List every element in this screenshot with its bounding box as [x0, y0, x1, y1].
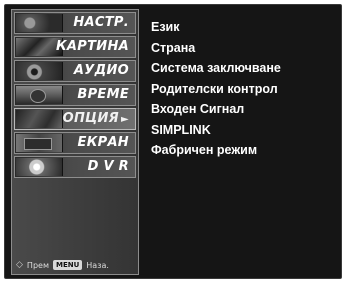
menu-item-option[interactable]: ОПЦИЯ ► — [14, 108, 136, 130]
option-language[interactable]: Език — [151, 17, 337, 38]
menu-item-label: D V R — [87, 159, 129, 174]
move-arrows-icon: ◇ — [16, 260, 23, 270]
dvr-thumbnail-icon — [16, 158, 63, 176]
audio-thumbnail-icon — [16, 62, 63, 80]
menu-item-audio[interactable]: АУДИО — [14, 60, 136, 82]
menu-item-label: КАРТИНА — [55, 39, 129, 54]
submenu-arrow-icon: ► — [121, 114, 129, 125]
option-input-signal[interactable]: Входен Сигнал — [151, 99, 337, 120]
menu-item-label: АУДИО — [73, 63, 129, 78]
back-hint-label: Наза. — [86, 260, 109, 270]
navigation-hint: ◇ Прем MENU Наза. — [16, 260, 109, 270]
menu-item-setup[interactable]: НАСТР. — [14, 12, 136, 34]
menu-item-picture[interactable]: КАРТИНА — [14, 36, 136, 58]
menu-item-label: НАСТР. — [73, 15, 129, 30]
menu-item-label: ВРЕМЕ — [77, 87, 129, 102]
menu-key-icon: MENU — [52, 260, 83, 270]
option-lock-system[interactable]: Система заключване — [151, 58, 337, 79]
option-submenu-list: Език Страна Система заключване Родителск… — [151, 17, 337, 161]
option-country[interactable]: Страна — [151, 38, 337, 59]
option-factory-mode[interactable]: Фабричен режим — [151, 140, 337, 161]
main-menu-list: НАСТР. КАРТИНА АУДИО ВРЕМЕ ОПЦИЯ► ЕКРАН — [14, 12, 136, 180]
menu-item-time[interactable]: ВРЕМЕ — [14, 84, 136, 106]
setup-thumbnail-icon — [16, 14, 63, 32]
menu-item-label-text: ОПЦИЯ — [62, 111, 119, 126]
menu-item-screen[interactable]: ЕКРАН — [14, 132, 136, 154]
tv-menu-screen: НАСТР. КАРТИНА АУДИО ВРЕМЕ ОПЦИЯ► ЕКРАН — [4, 4, 342, 279]
menu-item-label: ЕКРАН — [77, 135, 129, 150]
menu-item-dvr[interactable]: D V R — [14, 156, 136, 178]
option-thumbnail-icon — [16, 110, 63, 128]
option-parental-control[interactable]: Родителски контрол — [151, 79, 337, 100]
option-simplink[interactable]: SIMPLINK — [151, 120, 337, 141]
screen-thumbnail-icon — [16, 134, 63, 152]
menu-item-label: ОПЦИЯ ► — [63, 111, 129, 126]
time-thumbnail-icon — [16, 86, 63, 104]
main-menu-panel: НАСТР. КАРТИНА АУДИО ВРЕМЕ ОПЦИЯ► ЕКРАН — [11, 9, 139, 275]
move-hint-label: Прем — [26, 260, 49, 270]
